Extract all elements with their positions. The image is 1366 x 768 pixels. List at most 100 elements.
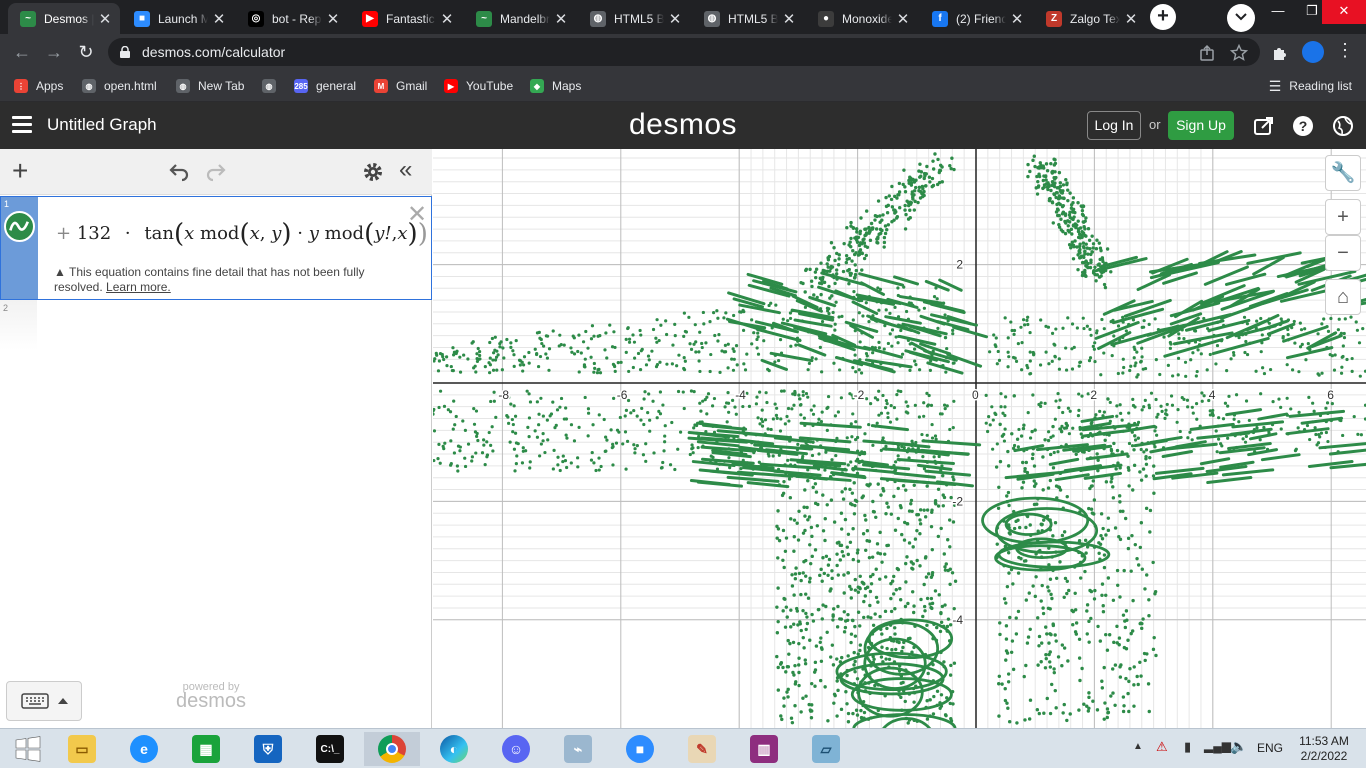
curve-point xyxy=(1076,267,1080,272)
bookmark-item[interactable]: M Gmail xyxy=(374,76,427,96)
share-graph-icon[interactable] xyxy=(1253,115,1275,137)
security-shield-icon[interactable]: ⛨ xyxy=(240,732,296,766)
graph-paper[interactable]: -8 -6 -4 -2 0 2 4 6 2 -2 -4 xyxy=(433,149,1366,728)
tab-close-icon[interactable]: ✕ xyxy=(1010,10,1024,28)
profile-avatar[interactable] xyxy=(1302,41,1324,63)
notepad-icon[interactable]: ▱ xyxy=(798,732,854,766)
graph-settings-wrench-icon[interactable]: 🔧 xyxy=(1325,155,1361,191)
bookmark-item[interactable]: ⋮ Apps xyxy=(14,76,63,96)
paint-icon[interactable]: ✎ xyxy=(674,732,730,766)
add-expression-button[interactable]: + xyxy=(12,157,28,185)
curve-point xyxy=(886,341,890,346)
tab-close-icon[interactable]: ✕ xyxy=(440,10,454,28)
file-explorer-icon[interactable]: ▭ xyxy=(54,732,110,766)
curve-point xyxy=(1044,656,1048,661)
browser-tab[interactable]: Z Zalgo Text ✕ xyxy=(1034,3,1146,34)
edge-icon[interactable]: ◐ xyxy=(426,732,482,766)
bookmark-item[interactable]: ◆ Maps xyxy=(530,76,581,96)
home-icon[interactable]: ⌂ xyxy=(1325,279,1361,315)
bookmark-item[interactable]: ◍ open.html xyxy=(82,76,157,96)
browser-tab[interactable]: ~Desmos | Graphing✕ xyxy=(8,3,120,34)
signup-button[interactable]: Sign Up xyxy=(1168,111,1234,140)
bookmark-item[interactable]: ◍ New Tab xyxy=(176,76,244,96)
curve-point xyxy=(805,621,810,626)
tab-close-icon[interactable]: ✕ xyxy=(896,10,910,28)
curve-point xyxy=(592,461,596,465)
curve-point xyxy=(929,596,934,601)
tray-overflow-icon[interactable]: ▲ xyxy=(1133,741,1143,752)
expression-item-2[interactable]: 2 xyxy=(0,300,432,350)
star-icon[interactable] xyxy=(1230,44,1248,62)
learn-more-link[interactable]: Learn more. xyxy=(106,280,171,294)
tab-close-icon[interactable]: ✕ xyxy=(782,10,796,28)
graph-title[interactable]: Untitled Graph xyxy=(47,115,157,135)
hamburger-menu-icon[interactable] xyxy=(12,116,32,134)
browser-tab[interactable]: ■Launch Meeting✕ xyxy=(122,3,234,34)
language-indicator[interactable]: ENG xyxy=(1257,741,1283,755)
curve-point xyxy=(904,410,908,414)
graph-style-icon[interactable] xyxy=(4,211,35,242)
zoom-out-button[interactable]: − xyxy=(1325,235,1361,271)
tab-close-icon[interactable]: ✕ xyxy=(98,10,112,28)
battery-icon[interactable]: ▮ xyxy=(1184,739,1191,755)
tab-close-icon[interactable]: ✕ xyxy=(1124,10,1138,28)
browser-tab[interactable]: ◍ HTML5 B ✕ xyxy=(692,3,804,34)
reading-list-button[interactable]: ☰ Reading list xyxy=(1269,76,1352,96)
discord-icon[interactable]: ☺ xyxy=(488,732,544,766)
winrar-icon[interactable]: ▥ xyxy=(736,732,792,766)
curve-point xyxy=(1101,259,1105,264)
delete-expression-icon[interactable]: ✕ xyxy=(407,200,427,229)
wifi-signal-icon[interactable]: ▂▄▆ xyxy=(1204,739,1231,753)
curve-point xyxy=(1292,319,1296,324)
collapse-panel-icon[interactable]: « xyxy=(399,158,412,182)
window-close-button[interactable]: ✕ xyxy=(1322,0,1366,24)
bookmark-item[interactable]: ◍ xyxy=(262,76,284,96)
bookmark-item[interactable]: 285 general xyxy=(294,76,356,96)
gear-icon[interactable] xyxy=(362,161,384,183)
browser-menu-icon[interactable]: ⋮ xyxy=(1336,40,1354,61)
chrome-icon[interactable] xyxy=(364,732,420,766)
clock[interactable]: 11:53 AM 2/2/2022 xyxy=(1296,734,1352,764)
volume-icon[interactable]: 🔈 xyxy=(1230,738,1247,755)
internet-explorer-icon[interactable]: e xyxy=(116,732,172,766)
curve-point xyxy=(878,220,882,224)
globe-icon[interactable] xyxy=(1332,115,1354,137)
help-icon[interactable]: ? xyxy=(1292,115,1314,137)
start-button[interactable] xyxy=(0,732,56,766)
graph-canvas[interactable]: -8 -6 -4 -2 0 2 4 62-2-4 xyxy=(433,149,1366,728)
task-manager-icon[interactable]: ⌁ xyxy=(550,732,606,766)
keypad-toggle-button[interactable] xyxy=(6,681,82,721)
expression-math[interactable]: + 132 · tan(x mod(x, y) · y mod(y!,x)) xyxy=(56,219,428,249)
store-icon[interactable]: ▦ xyxy=(178,732,234,766)
y-tick-label: 2 xyxy=(956,258,963,272)
reload-button[interactable]: ↻ xyxy=(76,42,96,62)
extensions-icon[interactable] xyxy=(1270,42,1290,62)
expression-item-1[interactable]: 1 + 132 · tan(x mod(x, y) · y mod(y!,x))… xyxy=(0,196,432,300)
new-tab-button[interactable]: + xyxy=(1150,4,1176,30)
tab-close-icon[interactable]: ✕ xyxy=(554,10,568,28)
tab-close-icon[interactable]: ✕ xyxy=(668,10,682,28)
undo-icon[interactable] xyxy=(168,162,190,182)
command-prompt-icon[interactable]: C:\_ xyxy=(302,732,358,766)
bookmark-item[interactable]: ▶ YouTube xyxy=(444,76,513,96)
browser-tab[interactable]: ◎bot - Replit✕ xyxy=(236,3,348,34)
forward-button[interactable]: → xyxy=(44,42,64,62)
share-icon[interactable] xyxy=(1198,44,1216,62)
zoom-in-button[interactable]: + xyxy=(1325,199,1361,235)
redo-icon[interactable] xyxy=(205,162,227,182)
browser-tab[interactable]: ▶ Fantastic ✕ xyxy=(350,3,462,34)
expression-tab[interactable]: 1 xyxy=(1,197,38,299)
login-button[interactable]: Log In xyxy=(1087,111,1141,140)
network-warning-icon[interactable]: ⚠ xyxy=(1156,739,1168,755)
curve-point xyxy=(1003,687,1007,691)
zoom-app-icon[interactable]: ■ xyxy=(612,732,668,766)
browser-tab[interactable]: ● Monoxide ✕ xyxy=(806,3,918,34)
back-button[interactable]: ← xyxy=(12,42,32,62)
tab-search-button[interactable] xyxy=(1227,4,1255,32)
browser-tab[interactable]: f(2) Friends✕ xyxy=(920,3,1032,34)
browser-tab[interactable]: ~Mandelbrot✕ xyxy=(464,3,576,34)
tab-close-icon[interactable]: ✕ xyxy=(326,10,340,28)
browser-tab[interactable]: ◍ HTML5 B ✕ xyxy=(578,3,690,34)
tab-close-icon[interactable]: ✕ xyxy=(212,10,226,28)
address-bar[interactable]: desmos.com/calculator xyxy=(108,38,1260,66)
